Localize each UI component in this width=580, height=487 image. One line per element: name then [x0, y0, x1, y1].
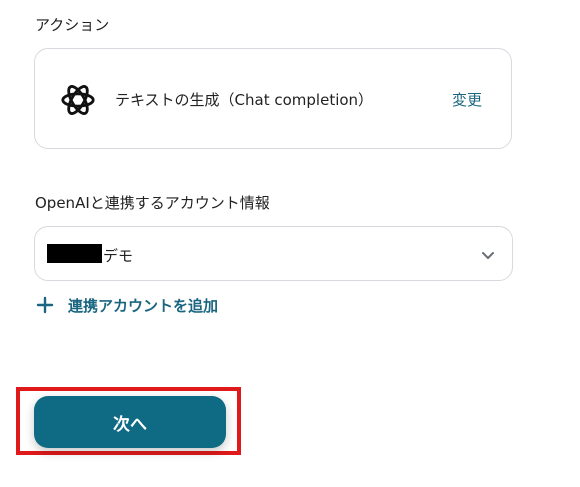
account-select[interactable]: デモ: [34, 226, 513, 281]
change-action-link[interactable]: 変更: [452, 89, 482, 110]
redaction-bar: [47, 244, 102, 263]
selected-account-value: デモ: [103, 247, 134, 265]
action-section-label: アクション: [35, 16, 110, 34]
chevron-down-icon: [482, 252, 494, 259]
action-name: テキストの生成（Chat completion）: [115, 91, 374, 109]
next-button[interactable]: 次へ: [34, 396, 226, 448]
add-account-link[interactable]: 連携アカウントを追加: [36, 293, 218, 317]
account-section-label: OpenAIと連携するアカウント情報: [35, 194, 270, 212]
action-card: テキストの生成（Chat completion） 変更: [34, 48, 512, 149]
plus-icon: [36, 296, 54, 314]
openai-logo-icon: [61, 85, 95, 115]
add-account-label: 連携アカウントを追加: [68, 296, 219, 315]
